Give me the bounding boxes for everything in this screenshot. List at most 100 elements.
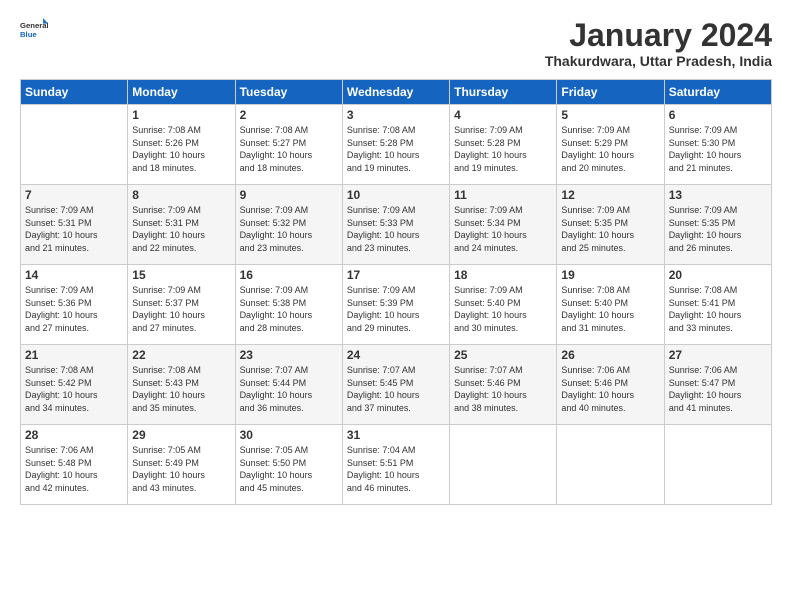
day-info: Sunrise: 7:06 AMSunset: 5:47 PMDaylight:… (669, 365, 742, 413)
day-cell (450, 425, 557, 505)
day-info: Sunrise: 7:06 AMSunset: 5:48 PMDaylight:… (25, 445, 98, 493)
day-cell: 19 Sunrise: 7:08 AMSunset: 5:40 PMDayligh… (557, 265, 664, 345)
day-info: Sunrise: 7:09 AMSunset: 5:37 PMDaylight:… (132, 285, 205, 333)
day-number: 11 (454, 188, 552, 202)
day-info: Sunrise: 7:09 AMSunset: 5:31 PMDaylight:… (132, 205, 205, 253)
title-block: January 2024 Thakurdwara, Uttar Pradesh,… (545, 18, 772, 69)
header-thursday: Thursday (450, 80, 557, 105)
day-number: 19 (561, 268, 659, 282)
day-cell: 11 Sunrise: 7:09 AMSunset: 5:34 PMDayligh… (450, 185, 557, 265)
day-cell: 15 Sunrise: 7:09 AMSunset: 5:37 PMDayligh… (128, 265, 235, 345)
svg-text:Blue: Blue (20, 30, 37, 39)
day-info: Sunrise: 7:09 AMSunset: 5:35 PMDaylight:… (561, 205, 634, 253)
day-info: Sunrise: 7:09 AMSunset: 5:29 PMDaylight:… (561, 125, 634, 173)
header-tuesday: Tuesday (235, 80, 342, 105)
day-number: 2 (240, 108, 338, 122)
calendar-table: Sunday Monday Tuesday Wednesday Thursday… (20, 79, 772, 505)
week-row-5: 28 Sunrise: 7:06 AMSunset: 5:48 PMDayligh… (21, 425, 772, 505)
day-cell: 21Sunrise: 7:08 AMSunset: 5:42 PMDayligh… (21, 345, 128, 425)
day-cell: 6 Sunrise: 7:09 AMSunset: 5:30 PMDaylight… (664, 105, 771, 185)
day-info: Sunrise: 7:08 AMSunset: 5:43 PMDaylight:… (132, 365, 205, 413)
day-cell: 4 Sunrise: 7:09 AMSunset: 5:28 PMDaylight… (450, 105, 557, 185)
day-number: 13 (669, 188, 767, 202)
day-info: Sunrise: 7:05 AMSunset: 5:49 PMDaylight:… (132, 445, 205, 493)
day-info: Sunrise: 7:09 AMSunset: 5:35 PMDaylight:… (669, 205, 742, 253)
day-cell: 3 Sunrise: 7:08 AMSunset: 5:28 PMDaylight… (342, 105, 449, 185)
day-number: 7 (25, 188, 123, 202)
day-cell: 13 Sunrise: 7:09 AMSunset: 5:35 PMDayligh… (664, 185, 771, 265)
day-number: 22 (132, 348, 230, 362)
day-number: 8 (132, 188, 230, 202)
day-info: Sunrise: 7:04 AMSunset: 5:51 PMDaylight:… (347, 445, 420, 493)
day-cell: 24 Sunrise: 7:07 AMSunset: 5:45 PMDayligh… (342, 345, 449, 425)
day-info: Sunrise: 7:09 AMSunset: 5:31 PMDaylight:… (25, 205, 98, 253)
location: Thakurdwara, Uttar Pradesh, India (545, 53, 772, 69)
day-number: 17 (347, 268, 445, 282)
day-cell: 2 Sunrise: 7:08 AMSunset: 5:27 PMDaylight… (235, 105, 342, 185)
week-row-2: 7 Sunrise: 7:09 AMSunset: 5:31 PMDaylight… (21, 185, 772, 265)
header: General Blue January 2024 Thakurdwara, U… (20, 18, 772, 69)
day-number: 5 (561, 108, 659, 122)
day-number: 3 (347, 108, 445, 122)
day-info: Sunrise: 7:09 AMSunset: 5:34 PMDaylight:… (454, 205, 527, 253)
day-number: 15 (132, 268, 230, 282)
day-cell: 8 Sunrise: 7:09 AMSunset: 5:31 PMDaylight… (128, 185, 235, 265)
day-cell: 12 Sunrise: 7:09 AMSunset: 5:35 PMDayligh… (557, 185, 664, 265)
day-cell (664, 425, 771, 505)
day-number: 18 (454, 268, 552, 282)
day-cell: 1 Sunrise: 7:08 AMSunset: 5:26 PMDaylight… (128, 105, 235, 185)
day-info: Sunrise: 7:06 AMSunset: 5:46 PMDaylight:… (561, 365, 634, 413)
header-wednesday: Wednesday (342, 80, 449, 105)
day-cell (21, 105, 128, 185)
day-info: Sunrise: 7:08 AMSunset: 5:28 PMDaylight:… (347, 125, 420, 173)
day-info: Sunrise: 7:07 AMSunset: 5:45 PMDaylight:… (347, 365, 420, 413)
day-cell: 31Sunrise: 7:04 AMSunset: 5:51 PMDayligh… (342, 425, 449, 505)
day-cell: 29Sunrise: 7:05 AMSunset: 5:49 PMDayligh… (128, 425, 235, 505)
day-number: 16 (240, 268, 338, 282)
day-number: 26 (561, 348, 659, 362)
week-row-3: 14 Sunrise: 7:09 AMSunset: 5:36 PMDayligh… (21, 265, 772, 345)
day-cell: 18 Sunrise: 7:09 AMSunset: 5:40 PMDayligh… (450, 265, 557, 345)
day-number: 10 (347, 188, 445, 202)
header-saturday: Saturday (664, 80, 771, 105)
day-info: Sunrise: 7:09 AMSunset: 5:36 PMDaylight:… (25, 285, 98, 333)
day-info: Sunrise: 7:09 AMSunset: 5:30 PMDaylight:… (669, 125, 742, 173)
day-number: 27 (669, 348, 767, 362)
day-number: 21 (25, 348, 123, 362)
calendar-page: General Blue January 2024 Thakurdwara, U… (0, 0, 792, 515)
day-info: Sunrise: 7:07 AMSunset: 5:44 PMDaylight:… (240, 365, 313, 413)
day-info: Sunrise: 7:08 AMSunset: 5:27 PMDaylight:… (240, 125, 313, 173)
day-cell: 23 Sunrise: 7:07 AMSunset: 5:44 PMDayligh… (235, 345, 342, 425)
week-row-1: 1 Sunrise: 7:08 AMSunset: 5:26 PMDaylight… (21, 105, 772, 185)
day-cell: 27 Sunrise: 7:06 AMSunset: 5:47 PMDayligh… (664, 345, 771, 425)
day-number: 6 (669, 108, 767, 122)
logo-icon: General Blue (20, 18, 48, 46)
day-number: 4 (454, 108, 552, 122)
day-number: 12 (561, 188, 659, 202)
day-info: Sunrise: 7:09 AMSunset: 5:40 PMDaylight:… (454, 285, 527, 333)
day-cell: 30Sunrise: 7:05 AMSunset: 5:50 PMDayligh… (235, 425, 342, 505)
day-info: Sunrise: 7:08 AMSunset: 5:40 PMDaylight:… (561, 285, 634, 333)
day-number: 25 (454, 348, 552, 362)
day-info: Sunrise: 7:05 AMSunset: 5:50 PMDaylight:… (240, 445, 313, 493)
day-cell: 17 Sunrise: 7:09 AMSunset: 5:39 PMDayligh… (342, 265, 449, 345)
day-cell: 26 Sunrise: 7:06 AMSunset: 5:46 PMDayligh… (557, 345, 664, 425)
day-cell: 28 Sunrise: 7:06 AMSunset: 5:48 PMDayligh… (21, 425, 128, 505)
day-info: Sunrise: 7:09 AMSunset: 5:28 PMDaylight:… (454, 125, 527, 173)
logo: General Blue (20, 18, 48, 46)
week-row-4: 21Sunrise: 7:08 AMSunset: 5:42 PMDayligh… (21, 345, 772, 425)
day-info: Sunrise: 7:08 AMSunset: 5:26 PMDaylight:… (132, 125, 205, 173)
day-number: 1 (132, 108, 230, 122)
header-monday: Monday (128, 80, 235, 105)
day-number: 28 (25, 428, 123, 442)
header-sunday: Sunday (21, 80, 128, 105)
day-info: Sunrise: 7:07 AMSunset: 5:46 PMDaylight:… (454, 365, 527, 413)
day-number: 24 (347, 348, 445, 362)
day-number: 23 (240, 348, 338, 362)
day-info: Sunrise: 7:08 AMSunset: 5:41 PMDaylight:… (669, 285, 742, 333)
day-cell: 9Sunrise: 7:09 AMSunset: 5:32 PMDaylight… (235, 185, 342, 265)
day-number: 14 (25, 268, 123, 282)
day-cell: 25 Sunrise: 7:07 AMSunset: 5:46 PMDayligh… (450, 345, 557, 425)
day-info: Sunrise: 7:09 AMSunset: 5:39 PMDaylight:… (347, 285, 420, 333)
day-cell (557, 425, 664, 505)
